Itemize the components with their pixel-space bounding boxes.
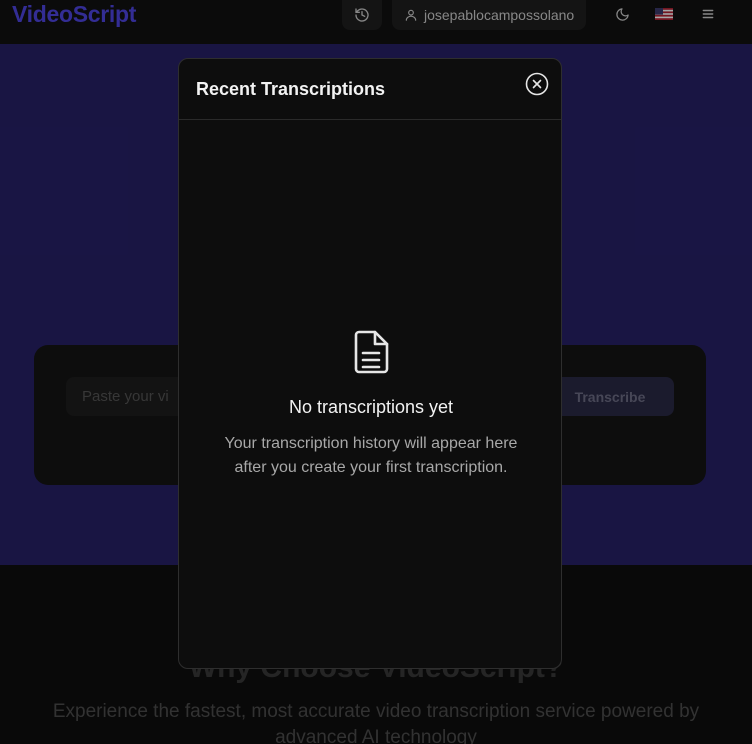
empty-state: No transcriptions yet Your transcription…	[179, 329, 561, 480]
empty-state-description: Your transcription history will appear h…	[224, 435, 518, 476]
modal-title: Recent Transcriptions	[196, 78, 386, 99]
close-circle-icon	[525, 72, 549, 96]
modal-header: Recent Transcriptions	[179, 59, 561, 120]
document-icon	[354, 330, 389, 374]
close-modal-button[interactable]	[525, 72, 549, 96]
empty-state-title: No transcriptions yet	[288, 397, 454, 417]
recent-transcriptions-modal: Recent Transcriptions No transcriptions …	[178, 58, 562, 669]
